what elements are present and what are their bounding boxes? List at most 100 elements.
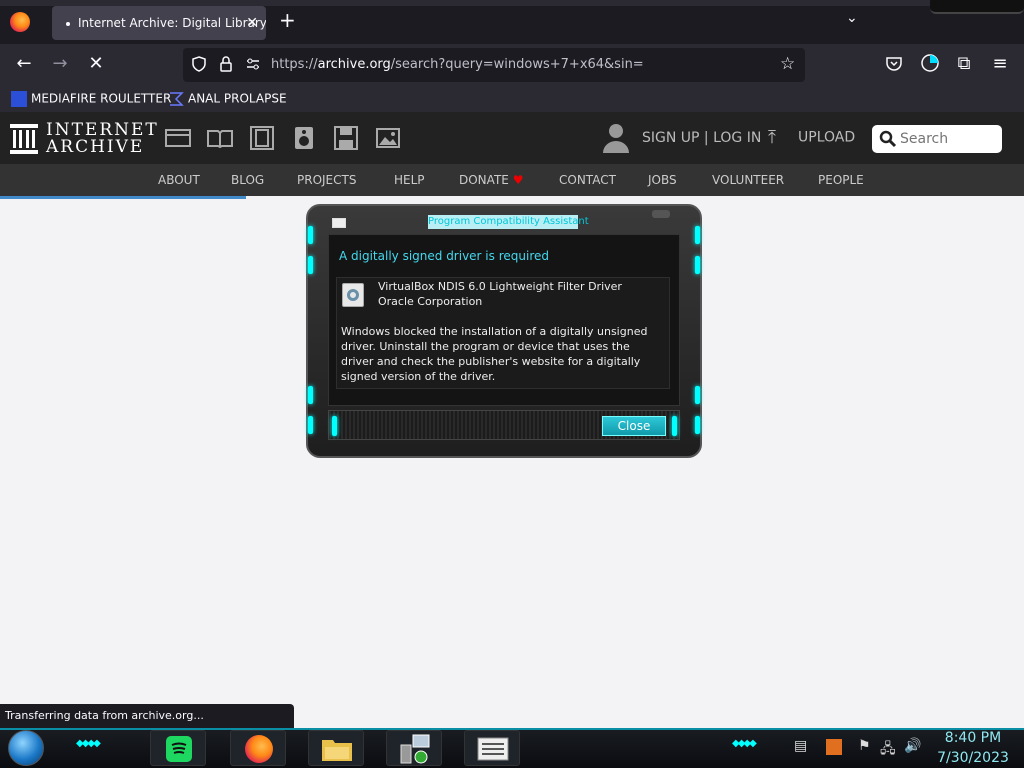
status-panel: Transferring data from archive.org...: [0, 704, 294, 728]
heart-icon: ♥: [512, 173, 524, 187]
url-scheme: https://: [271, 57, 318, 72]
footer-accent: [332, 416, 337, 436]
nav-contact[interactable]: CONTACT: [559, 173, 616, 187]
ia-top-bar: INTERNET ARCHIVE SIGN UP | LOG IN ⤒ UPLOAD: [0, 112, 1024, 164]
extensions-icon[interactable]: ⧉: [952, 53, 976, 74]
page-load-progress: [0, 196, 246, 199]
bookmark-sigma[interactable]: ANAL PROLAPSE: [168, 91, 287, 107]
video-icon[interactable]: [249, 126, 275, 150]
close-button[interactable]: Close: [602, 416, 666, 436]
archive-temple-icon: [10, 124, 38, 154]
dialog-heading: A digitally signed driver is required: [339, 249, 549, 263]
bookmark-star-icon[interactable]: ☆: [780, 54, 795, 74]
nav-help[interactable]: HELP: [394, 173, 425, 187]
upload-link[interactable]: ⤒ UPLOAD: [768, 127, 855, 148]
mediafire-icon: [11, 91, 27, 107]
tab-close-icon[interactable]: ✕: [246, 6, 258, 40]
taskbar-notepad[interactable]: [464, 730, 520, 766]
taskbar-clock[interactable]: 8:40 PM 7/30/2023: [930, 728, 1016, 768]
account-sync-icon[interactable]: [918, 53, 942, 73]
new-tab-button[interactable]: +: [279, 8, 296, 32]
network-device-icon: [400, 734, 430, 764]
network-icon[interactable]: 🖧: [880, 738, 896, 762]
taskbar-spotify[interactable]: [150, 730, 206, 766]
bookmark-mediafire[interactable]: MEDIAFIRE ROULETTER: [11, 91, 171, 107]
chevron-decoration-icon: ◆◆◆◆: [76, 738, 101, 749]
clock-time: 8:40 PM: [944, 730, 1002, 746]
url-bar[interactable]: https://archive.org/search?query=windows…: [183, 48, 805, 82]
tracking-protection-icon[interactable]: [191, 56, 207, 72]
forward-button[interactable]: →: [48, 53, 72, 74]
url-text[interactable]: https://archive.org/search?query=windows…: [271, 57, 644, 72]
frame-accent: [308, 226, 313, 244]
ia-nav-bar: ABOUT BLOG PROJECTS HELP DONATE ♥ CONTAC…: [0, 164, 1024, 196]
tab-internet-archive[interactable]: Internet Archive: Digital Library of Fre…: [52, 6, 266, 40]
bookmark-label: MEDIAFIRE ROULETTER: [31, 91, 172, 106]
footer-accent: [672, 416, 677, 436]
search-icon[interactable]: [879, 130, 897, 148]
chevron-decoration-icon: ◆◆◆◆: [732, 738, 757, 749]
taskbar-firefox[interactable]: [230, 730, 286, 766]
nav-volunteer[interactable]: VOLUNTEER: [712, 173, 784, 187]
compatibility-dialog: Program Compatibility Assistant A digita…: [306, 204, 702, 458]
lock-icon[interactable]: [219, 56, 233, 72]
dialog-system-icon[interactable]: [332, 218, 346, 228]
taskbar: ◆◆◆◆ ◆◆◆◆ ▤ ⚑ 🖧 🔊 8:40 PM 7/30/2023: [0, 728, 1024, 768]
frame-accent: [695, 386, 700, 404]
spotify-icon: [166, 736, 192, 762]
nav-blog[interactable]: BLOG: [231, 173, 264, 187]
upload-label: UPLOAD: [798, 129, 856, 146]
loading-dot-icon: [66, 21, 70, 26]
nav-jobs[interactable]: JOBS: [648, 173, 677, 187]
navigation-toolbar: ← → ✕ https://archive.org/search?query=w…: [0, 44, 1024, 86]
user-icon[interactable]: [602, 122, 630, 154]
frame-accent: [695, 226, 700, 244]
tray-app-icon[interactable]: [826, 739, 842, 755]
sigma-icon: [170, 92, 184, 106]
pocket-icon[interactable]: [882, 56, 906, 72]
driver-details: VirtualBox NDIS 6.0 Lightweight Filter D…: [378, 279, 622, 309]
dialog-message: Windows blocked the installation of a di…: [341, 325, 648, 383]
taskbar-network[interactable]: [386, 730, 442, 766]
list-all-tabs-button[interactable]: ⌄: [846, 10, 858, 26]
tab-strip: Internet Archive: Digital Library of Fre…: [0, 0, 1024, 44]
back-button[interactable]: ←: [12, 53, 36, 74]
sign-up-log-in-link[interactable]: SIGN UP | LOG IN: [642, 130, 761, 146]
menu-icon[interactable]: ≡: [988, 53, 1012, 74]
web-icon[interactable]: [165, 126, 191, 150]
bookmarks-toolbar: MEDIAFIRE ROULETTER ANAL PROLAPSE: [0, 86, 1024, 112]
clock-date: 7/30/2023: [937, 750, 1009, 766]
stop-loading-button[interactable]: ✕: [84, 53, 108, 74]
nav-projects[interactable]: PROJECTS: [297, 173, 356, 187]
frame-accent: [695, 416, 700, 434]
volume-icon[interactable]: 🔊: [904, 738, 921, 754]
driver-publisher: Oracle Corporation: [378, 295, 483, 308]
firefox-icon: [245, 735, 273, 763]
dialog-title: Program Compatibility Assistant: [428, 215, 589, 229]
notepad-icon: [477, 737, 509, 761]
action-center-flag-icon[interactable]: ⚑: [858, 738, 871, 754]
nav-donate[interactable]: DONATE ♥: [459, 173, 523, 187]
texts-icon[interactable]: [207, 126, 233, 150]
firefox-icon[interactable]: [10, 12, 30, 32]
permissions-icon[interactable]: [245, 56, 261, 72]
software-icon[interactable]: [333, 126, 359, 150]
bookmark-label: ANAL PROLAPSE: [188, 91, 287, 106]
frame-accent: [308, 416, 313, 434]
nav-about[interactable]: ABOUT: [158, 173, 200, 187]
nav-donate-label: DONATE: [459, 173, 509, 187]
tray-expand-icon[interactable]: ▤: [794, 738, 807, 754]
frame-accent: [308, 256, 313, 274]
taskbar-file-explorer[interactable]: [308, 730, 364, 766]
nav-people[interactable]: PEOPLE: [818, 173, 864, 187]
logo-text: INTERNET ARCHIVE: [46, 122, 159, 156]
search-input[interactable]: [900, 129, 996, 149]
images-icon[interactable]: [375, 126, 401, 150]
audio-icon[interactable]: [291, 126, 317, 150]
folder-icon: [322, 740, 352, 761]
upload-icon: ⤒: [768, 127, 776, 148]
search-box[interactable]: [872, 125, 1002, 153]
url-path: /search?query=windows+7+x64&sin=: [390, 57, 644, 72]
start-button[interactable]: [8, 730, 44, 766]
logo-line-2: ARCHIVE: [46, 137, 145, 157]
